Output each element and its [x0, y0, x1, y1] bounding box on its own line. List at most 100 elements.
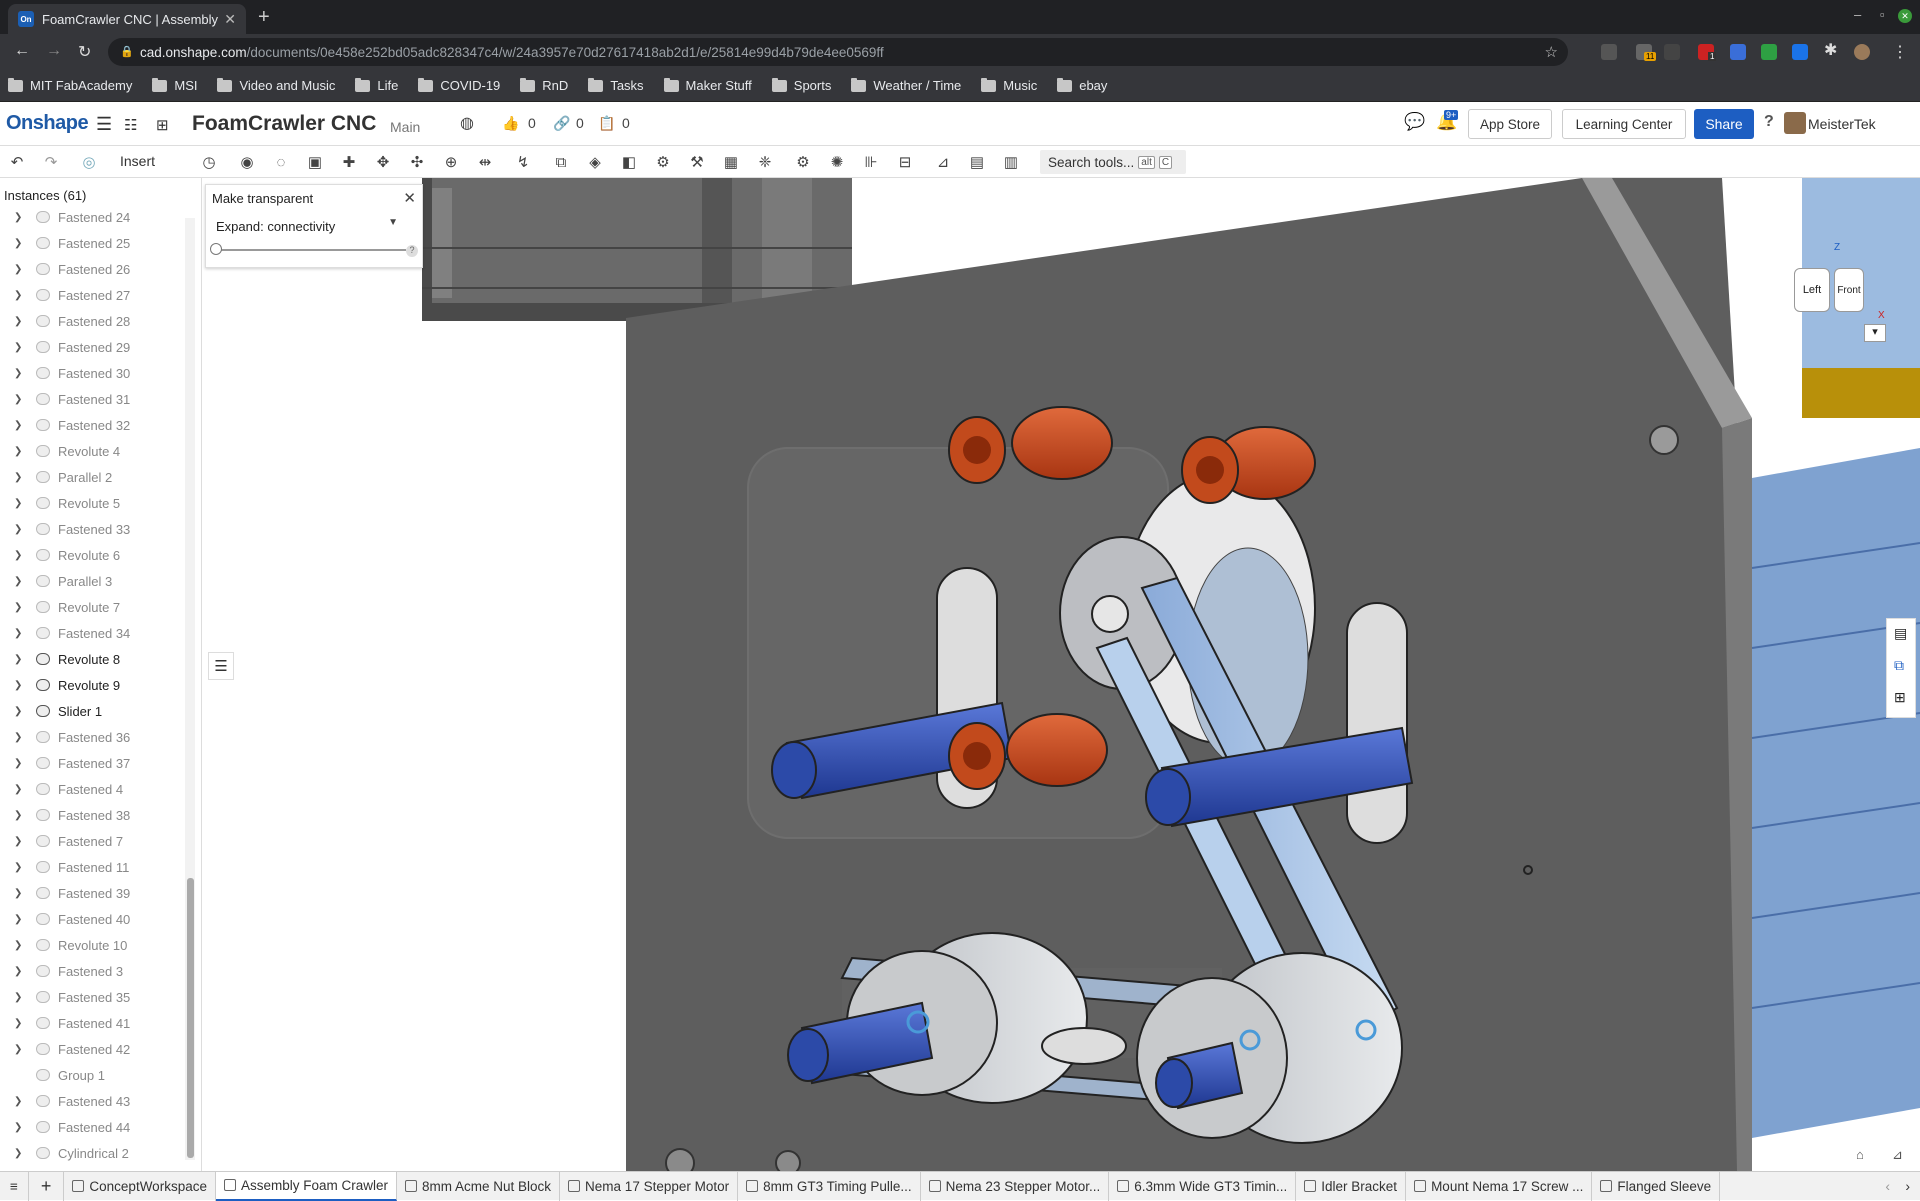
tab-element[interactable]: Nema 23 Stepper Motor... [921, 1171, 1110, 1201]
bookmark-folder[interactable]: Weather / Time [851, 77, 961, 93]
redo-icon[interactable]: ↷ [42, 153, 60, 171]
document-title[interactable]: FoamCrawler CNC [192, 112, 376, 136]
chevron-right-icon[interactable]: ❯ [14, 862, 26, 873]
instance-row[interactable]: ❯ Fastened 44 [0, 1114, 190, 1140]
instance-row[interactable]: ❯ Fastened 33 [0, 516, 190, 542]
pin-slot-mate-icon[interactable]: ✣ [408, 153, 426, 171]
bookmark-folder[interactable]: Video and Music [217, 77, 335, 93]
replicate-icon[interactable]: ◷ [200, 153, 218, 171]
chevron-right-icon[interactable]: ❯ [14, 732, 26, 743]
viewcube-front-face[interactable]: Front [1834, 268, 1864, 312]
back-icon[interactable]: ← [14, 42, 30, 60]
tab-element[interactable]: Mount Nema 17 Screw ... [1406, 1171, 1593, 1201]
avatar[interactable] [1784, 112, 1806, 134]
graphics-viewport[interactable]: Left Front Z X ▾ [202, 178, 1920, 1171]
view-cube[interactable]: Left Front Z X ▾ [1786, 198, 1916, 342]
chevron-right-icon[interactable]: ❯ [14, 1122, 26, 1133]
bookmark-folder[interactable]: Tasks [588, 77, 644, 93]
forward-icon[interactable]: → [46, 42, 62, 60]
link-icon[interactable]: 🔗 [553, 115, 570, 132]
explode-icon[interactable]: ✺ [828, 153, 846, 171]
replicate-pattern-icon[interactable]: ⚙ [794, 153, 812, 171]
instance-row[interactable]: ❯ Fastened 27 [0, 282, 190, 308]
comments-icon[interactable]: 💬 [1404, 112, 1425, 132]
scroll-tabs-right-icon[interactable]: › [1905, 1178, 1910, 1194]
bookmark-folder[interactable]: Sports [771, 77, 831, 93]
instance-row[interactable]: ❯ Revolute 10 [0, 932, 190, 958]
bookmark-folder[interactable]: MSI [152, 77, 197, 93]
share-button[interactable]: Share [1694, 109, 1754, 139]
chevron-right-icon[interactable]: ❯ [14, 784, 26, 795]
instance-row[interactable]: ❯ Fastened 26 [0, 256, 190, 282]
user-menu[interactable]: MeisterTek [1808, 116, 1876, 132]
tab-element[interactable]: Idler Bracket [1296, 1171, 1407, 1201]
bookmark-folder[interactable]: ebay [1057, 77, 1107, 93]
chevron-right-icon[interactable]: ❯ [14, 394, 26, 405]
close-tab-icon[interactable]: ✕ [224, 11, 236, 28]
chevron-right-icon[interactable]: ❯ [14, 966, 26, 977]
width-mate-icon[interactable]: ◧ [620, 153, 638, 171]
url-field[interactable]: 🔒 cad.onshape.com/documents/0e458e252bd0… [108, 38, 1568, 66]
ball-mate-icon[interactable]: ⊕ [442, 153, 460, 171]
chevron-right-icon[interactable]: ❯ [14, 1148, 26, 1159]
browser-tab[interactable]: On FoamCrawler CNC | Assembly ✕ [8, 4, 246, 34]
minimize-icon[interactable]: – [1854, 7, 1861, 22]
insert-part-icon[interactable]: ⊞ [156, 116, 169, 134]
instance-row[interactable]: ❯ Fastened 24 [0, 204, 190, 230]
instance-row[interactable]: ❯ Parallel 3 [0, 568, 190, 594]
view-settings-icon[interactable]: ⌂ [1856, 1147, 1864, 1162]
puzzle-icon[interactable]: ✱ [1824, 40, 1837, 60]
tab-element[interactable]: Flanged Sleeve [1592, 1171, 1721, 1201]
chevron-right-icon[interactable]: ❯ [14, 290, 26, 301]
measure-icon[interactable]: ⊪ [862, 153, 880, 171]
chevron-right-icon[interactable]: ❯ [14, 446, 26, 457]
transparency-slider[interactable] [216, 249, 406, 251]
chevron-right-icon[interactable]: ❯ [14, 836, 26, 847]
bookmark-folder[interactable]: Music [981, 77, 1037, 93]
planar-mate-icon[interactable]: ✚ [340, 153, 358, 171]
chevron-right-icon[interactable]: ❯ [14, 1096, 26, 1107]
chevron-right-icon[interactable]: ❯ [14, 1018, 26, 1029]
view-options-icon[interactable]: ▾ [1864, 324, 1886, 342]
bom-panel-icon[interactable]: ⊞ [1894, 689, 1906, 706]
linear-relation-icon[interactable]: ❈ [756, 153, 774, 171]
tab-element-active[interactable]: Assembly Foam Crawler [215, 1171, 397, 1201]
viewcube-left-face[interactable]: Left [1794, 268, 1830, 312]
tab-element[interactable]: 8mm GT3 Timing Pulle... [738, 1171, 921, 1201]
named-positions-icon[interactable]: ⊿ [934, 153, 952, 171]
appearance-icon[interactable]: ▤ [1894, 625, 1907, 642]
tab-element[interactable]: Nema 17 Stepper Motor [560, 1171, 739, 1201]
instance-row[interactable]: ❯ Fastened 11 [0, 854, 190, 880]
mate-connector-icon[interactable]: ↯ [514, 153, 532, 171]
learning-center-button[interactable]: Learning Center [1562, 109, 1686, 139]
slider-mate-icon[interactable]: ▣ [306, 153, 324, 171]
instance-row[interactable]: ❯ Fastened 38 [0, 802, 190, 828]
feature-list-icon[interactable]: ☷ [124, 116, 137, 134]
app-store-button[interactable]: App Store [1468, 109, 1552, 139]
screw-relation-icon[interactable]: ▦ [722, 153, 740, 171]
help-icon[interactable]: ? [1764, 113, 1774, 131]
chevron-right-icon[interactable]: ❯ [14, 576, 26, 587]
menu-kebab-icon[interactable]: ⋮ [1892, 42, 1908, 62]
tab-element[interactable]: ConceptWorkspace [64, 1171, 216, 1201]
instance-row[interactable]: ❯ Fastened 34 [0, 620, 190, 646]
instance-row[interactable]: ❯ Revolute 9 [0, 672, 190, 698]
chevron-right-icon[interactable]: ❯ [14, 550, 26, 561]
like-icon[interactable]: 👍 [502, 115, 519, 132]
instance-row[interactable]: ❯ Fastened 31 [0, 386, 190, 412]
chevron-right-icon[interactable]: ❯ [14, 498, 26, 509]
clipboard-icon[interactable]: 📋 [598, 115, 615, 132]
instance-row[interactable]: ❯ Revolute 4 [0, 438, 190, 464]
instance-row[interactable]: ❯ Parallel 2 [0, 464, 190, 490]
fastened-mate-icon[interactable]: ◉ [238, 153, 256, 171]
gear-relation-icon[interactable]: ⚙ [654, 153, 672, 171]
chevron-right-icon[interactable]: ❯ [14, 914, 26, 925]
search-tools-input[interactable]: Search tools... alt C [1040, 150, 1186, 174]
scroll-tabs-left-icon[interactable]: ‹ [1885, 1178, 1890, 1194]
hamburger-menu-icon[interactable]: ☰ [96, 114, 112, 135]
render-mode-icon[interactable]: ⊿ [1892, 1147, 1903, 1163]
revolute-mate-icon[interactable]: ◌ [272, 153, 290, 171]
instance-row[interactable]: ❯ Fastened 28 [0, 308, 190, 334]
instance-row[interactable]: ❯ Fastened 35 [0, 984, 190, 1010]
globe-icon[interactable]: ◍ [460, 113, 474, 133]
